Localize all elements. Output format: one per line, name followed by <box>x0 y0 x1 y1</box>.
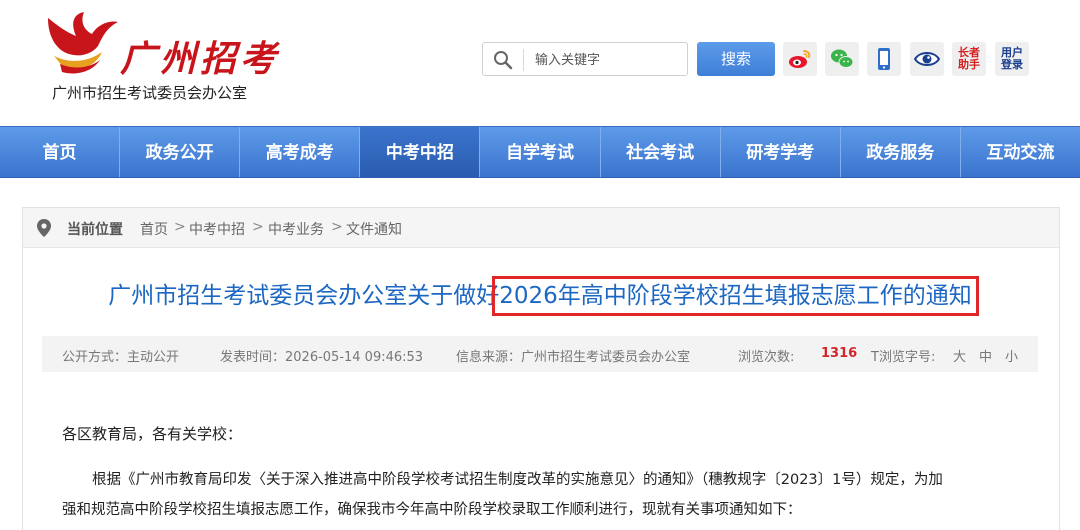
torch-logo-icon <box>48 12 118 74</box>
nav-item-gaokao[interactable]: 高考成考 <box>240 127 361 177</box>
breadcrumb-label: 当前位置 <box>67 222 123 238</box>
site-header: 广州招考 广州市招生考试委员会办公室 搜索 <box>0 0 1080 126</box>
article-title: 广州市招生考试委员会办公室关于做好2026年高中阶段学校招生填报志愿工作的通知 <box>0 276 1080 316</box>
elder-helper-button[interactable]: 长者 助手 <box>952 42 986 76</box>
breadcrumb-file-notice[interactable]: 文件通知 <box>346 219 402 239</box>
meta-source: 信息来源：广州市招生考试委员会办公室 <box>456 350 691 365</box>
breadcrumb-home[interactable]: 首页 <box>140 219 168 239</box>
main-nav: 首页 政务公开 高考成考 中考中招 自学考试 社会考试 研考学考 政务服务 互动… <box>0 126 1080 178</box>
nav-item-social-exam[interactable]: 社会考试 <box>601 127 721 177</box>
nav-item-interaction[interactable]: 互动交流 <box>961 127 1080 177</box>
font-size-medium-button[interactable]: 中 <box>979 346 992 365</box>
meta-views-count: 1316 <box>821 346 858 361</box>
meta-public-mode: 公开方式：主动公开 <box>62 350 180 365</box>
mobile-icon <box>878 48 890 70</box>
nav-item-zhongkao[interactable]: 中考中招 <box>360 127 481 177</box>
nav-item-government-services[interactable]: 政务服务 <box>841 127 961 177</box>
article-title-prefix: 广州市招生考试委员会办公室关于做好 <box>108 283 500 309</box>
breadcrumb-separator: > <box>252 219 264 235</box>
logo-subtitle: 广州市招生考试委员会办公室 <box>52 84 248 102</box>
mobile-button[interactable] <box>867 42 901 76</box>
search-button[interactable]: 搜索 <box>697 42 775 76</box>
font-size-large-button[interactable]: 大 <box>953 346 966 365</box>
wechat-button[interactable] <box>825 42 859 76</box>
search-input[interactable] <box>535 50 680 70</box>
user-login-line2: 登录 <box>1001 58 1023 71</box>
breadcrumb-separator: > <box>174 219 186 235</box>
location-pin-icon <box>37 219 51 237</box>
meta-font-size-label: T浏览字号: <box>871 350 936 365</box>
search-box <box>482 42 688 76</box>
breadcrumb-separator: > <box>331 219 343 235</box>
nav-item-graduate-exam[interactable]: 研考学考 <box>721 127 841 177</box>
accessibility-button[interactable] <box>910 42 944 76</box>
user-login-button[interactable]: 用户 登录 <box>995 42 1029 76</box>
elder-helper-line2: 助手 <box>958 58 980 71</box>
eye-icon <box>914 52 940 66</box>
article-paragraph-line2: 强和规范高中阶段学校招生填报志愿工作，确保我市今年高中阶段学校录取工作顺利进行，… <box>62 502 802 518</box>
nav-item-self-study-exam[interactable]: 自学考试 <box>480 127 601 177</box>
weibo-button[interactable] <box>783 42 817 76</box>
breadcrumb-zhongkao-business[interactable]: 中考业务 <box>268 219 324 239</box>
article-paragraph-line1: 根据《广州市教育局印发〈关于深入推进高中阶段学校考试招生制度改革的实施意见〉的通… <box>92 472 943 488</box>
nav-item-government-affairs[interactable]: 政务公开 <box>120 127 241 177</box>
weibo-icon <box>789 50 811 68</box>
breadcrumb-zhongkao[interactable]: 中考中招 <box>189 219 245 239</box>
nav-item-home[interactable]: 首页 <box>0 127 121 177</box>
meta-publish-time: 发表时间：2026-05-14 09:46:53 <box>220 350 424 365</box>
meta-views-label: 浏览次数: <box>738 350 795 365</box>
search-divider <box>523 49 524 71</box>
search-icon <box>494 51 513 70</box>
article-title-highlight: 2026年高中阶段学校招生填报志愿工作的通知 <box>492 276 979 316</box>
article-meta-bar: 公开方式：主动公开 发表时间：2026-05-14 09:46:53 信息来源：… <box>42 336 1038 372</box>
article-salutation: 各区教育局，各有关学校： <box>62 425 243 443</box>
logo-name: 广州招考 <box>120 38 281 80</box>
wechat-icon <box>831 49 854 68</box>
font-size-small-button[interactable]: 小 <box>1005 346 1018 365</box>
site-logo[interactable]: 广州招考 广州市招生考试委员会办公室 <box>40 12 280 112</box>
breadcrumb: 当前位置 首页 > 中考中招 > 中考业务 > 文件通知 <box>23 208 1059 248</box>
